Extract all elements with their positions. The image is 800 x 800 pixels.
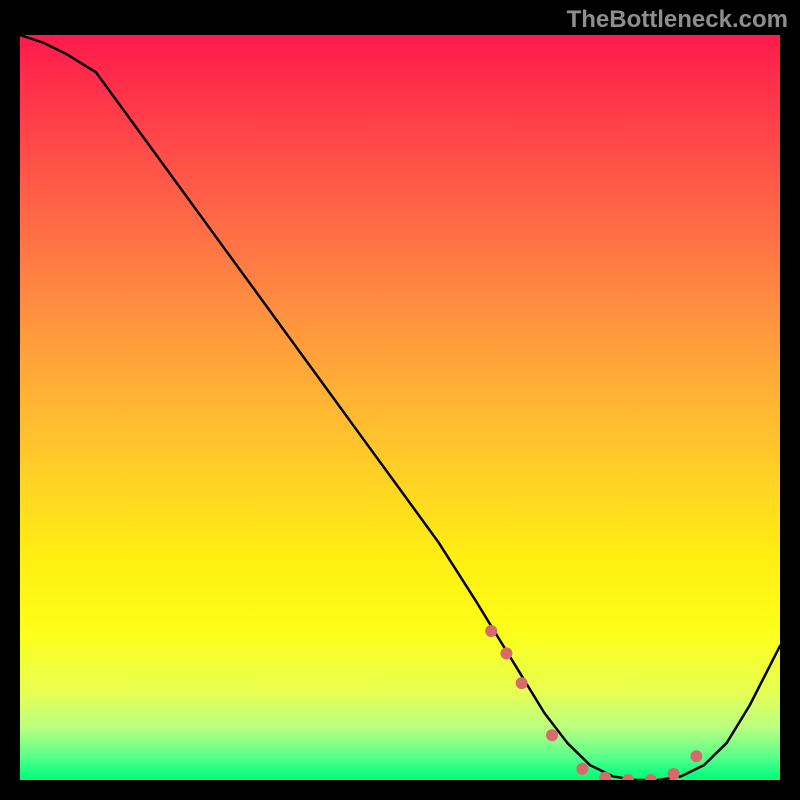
- marker-dot: [500, 647, 512, 659]
- marker-dot: [668, 768, 680, 780]
- marker-dot: [622, 774, 634, 780]
- marker-dot: [576, 763, 588, 775]
- chart-frame: { "watermark": "TheBottleneck.com", "cha…: [0, 0, 800, 800]
- marker-dot: [485, 625, 497, 637]
- marker-dot: [645, 774, 657, 780]
- marker-dot: [690, 750, 702, 762]
- marker-dot: [599, 772, 611, 780]
- marker-group: [485, 625, 702, 780]
- bottleneck-curve: [20, 35, 780, 780]
- plot-area: [20, 35, 780, 780]
- marker-dot: [516, 677, 528, 689]
- marker-dot: [546, 729, 558, 741]
- watermark-text: TheBottleneck.com: [567, 6, 788, 34]
- curve-svg: [20, 35, 780, 780]
